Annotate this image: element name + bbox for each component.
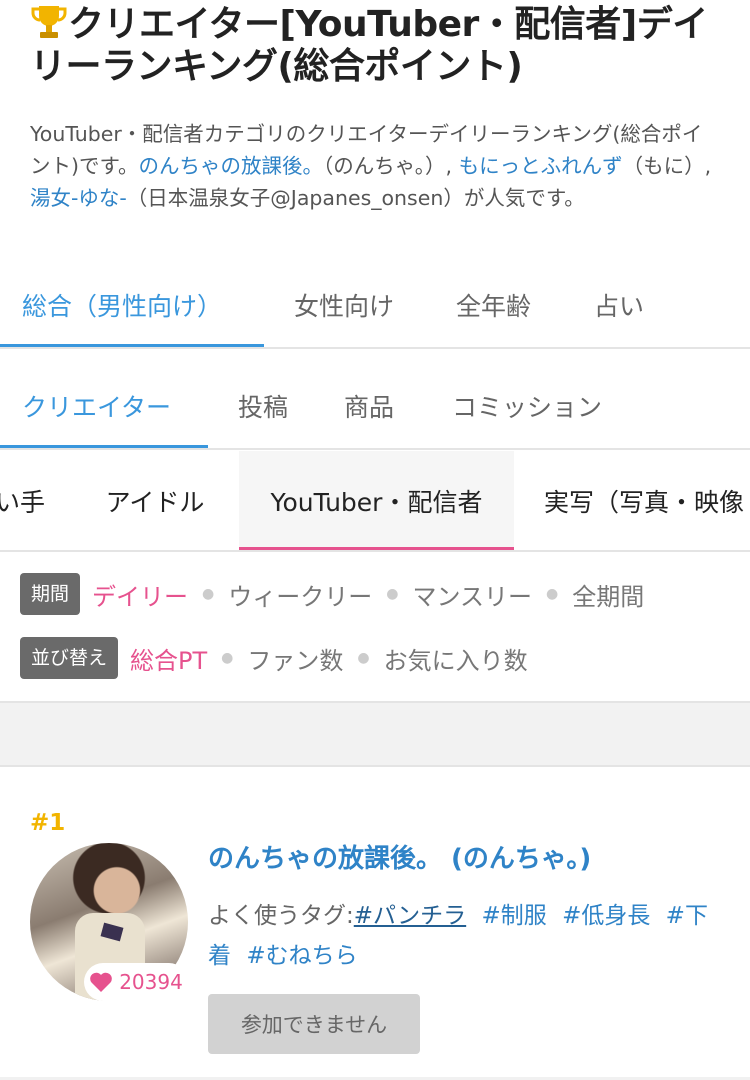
creator-name-link[interactable]: のんちゃの放課後。 (のんちゃ。) [208,838,591,875]
page-title: クリエイター[YouTuber・配信者]デイリーランキング(総合ポイント) [30,4,740,88]
tab-label: 全年齢 [456,291,532,321]
heart-icon [90,972,112,992]
tab-label: 占い [594,291,645,321]
period-label: 期間 [20,573,81,615]
tab-category-youtuber[interactable]: YouTuber・配信者 [239,451,514,550]
tab-label: 投稿 [238,392,289,422]
sort-option-fans[interactable]: ファン数 [247,641,343,676]
tag-link[interactable]: #低身長 [562,903,650,929]
page-title-text: クリエイター[YouTuber・配信者]デイリーランキング(総合ポイント) [30,4,708,87]
tag-link[interactable]: #パンチラ [354,903,466,929]
tab-label: い手 [0,487,45,517]
description-suffix: が人気です。 [463,186,585,210]
category-tabs: い手 アイドル YouTuber・配信者 実写（写真・映像 [0,451,750,552]
sort-label: 並び替え [20,637,119,679]
tab-active-underline [0,344,264,347]
type-tabs: クリエイター 投稿 商品 コミッション [0,363,750,450]
separator-dot: ● [545,586,559,602]
period-filter: 期間 デイリー ● ウィークリー ● マンスリー ● 全期間 [20,573,644,615]
tab-category-photo[interactable]: 実写（写真・映像 [526,451,750,550]
sort-filter: 並び替え 総合PT ● ファン数 ● お気に入り数 [20,637,528,679]
tab-audience-all-ages[interactable]: 全年齢 [434,262,531,347]
tag-link[interactable]: #制服 [481,903,546,929]
period-option-daily[interactable]: デイリー [92,577,188,612]
period-option-monthly[interactable]: マンスリー [412,577,532,612]
period-option-all[interactable]: 全期間 [572,577,644,612]
tab-label: YouTuber・配信者 [270,487,483,517]
tab-category-idol[interactable]: アイドル [90,451,220,550]
tab-type-posts[interactable]: 投稿 [216,363,288,448]
tab-type-products[interactable]: 商品 [322,363,394,448]
creator-link-nonchan[interactable]: のんちゃの放課後。 [138,154,323,178]
separator-dot: ● [202,586,215,602]
period-option-weekly[interactable]: ウィークリー [228,577,372,612]
tab-label: 女性向け [294,291,395,321]
creator-link-yuna[interactable]: 湯女-ゆな- [30,186,127,210]
tab-active-underline [0,445,208,448]
tab-label: 総合（男性向け） [22,291,223,321]
section-divider [0,701,750,767]
trophy-icon [30,4,68,40]
tab-type-creator[interactable]: クリエイター [0,363,208,448]
tab-label: コミッション [452,392,603,422]
tab-category-utaite[interactable]: い手 [0,451,60,550]
separator-dot: ● [386,586,399,602]
favorite-count-badge: 20394 [84,963,188,1001]
sort-option-favorites[interactable]: お気に入り数 [384,641,528,676]
creator-link-suffix: （日本温泉女子@Japanes_onsen） [126,186,464,210]
join-button[interactable]: 参加できません [208,994,420,1054]
page-description: YouTuber・配信者カテゴリのクリエイターデイリーランキング(総合ポイント)… [30,118,720,214]
tab-label: アイドル [105,487,205,517]
tab-audience-general[interactable]: 総合（男性向け） [0,262,264,347]
tab-label: 商品 [344,392,395,422]
creator-link-suffix: （のんちゃ。）, [322,154,459,178]
tab-active-underline [239,547,514,550]
rank-number: #1 [30,810,66,836]
audience-tabs: 総合（男性向け） 女性向け 全年齢 占い [0,262,750,349]
sort-option-points[interactable]: 総合PT [130,641,207,676]
tab-audience-fortune[interactable]: 占い [572,262,644,347]
tab-label: 実写（写真・映像 [544,487,745,517]
creator-link-moni[interactable]: もにっとふれんず [459,154,623,178]
separator-dot: ● [221,650,234,666]
tab-label: クリエイター [22,392,172,422]
separator-dot: ● [357,650,370,666]
favorite-count: 20394 [119,970,183,994]
creator-tags: よく使うタグ:#パンチラ #制服 #低身長 #下着 #むねちら [208,896,728,976]
creator-link-suffix: （もに）, [622,154,712,178]
tab-type-commission[interactable]: コミッション [430,363,602,448]
tab-audience-female[interactable]: 女性向け [272,262,394,347]
tag-link[interactable]: #むねちら [246,943,357,969]
tags-label: よく使うタグ: [208,903,354,929]
